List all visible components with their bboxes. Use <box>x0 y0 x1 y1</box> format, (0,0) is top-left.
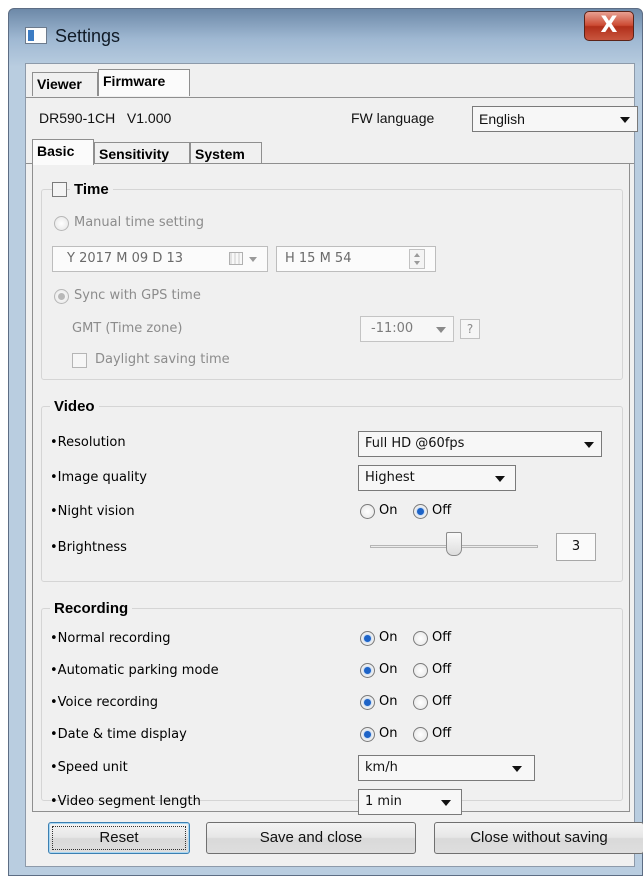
time-input[interactable]: H 15 M 54 <box>276 246 436 272</box>
datetime-display-off-radio[interactable] <box>413 727 428 742</box>
settings-client: Viewer Firmware DR590-1CH V1.000 FW lang… <box>25 63 643 867</box>
chevron-down-icon <box>620 117 630 123</box>
close-without-saving-button[interactable]: Close without saving <box>434 822 643 854</box>
datetime-display-on-label: On <box>379 726 398 741</box>
manual-time-label: Manual time setting <box>74 215 204 230</box>
voice-recording-off-label: Off <box>432 694 452 709</box>
normal-recording-on-radio[interactable] <box>360 631 375 646</box>
calendar-icon <box>229 252 243 265</box>
brightness-slider-thumb[interactable] <box>446 532 462 556</box>
spin-down-icon <box>414 261 420 265</box>
recording-group-title: Recording <box>50 600 133 617</box>
video-group-title: Video <box>50 398 99 415</box>
parking-mode-off-label: Off <box>432 662 452 677</box>
segment-length-value: 1 min <box>365 794 402 809</box>
fw-language-value: English <box>479 111 525 127</box>
dst-label: Daylight saving time <box>95 352 230 367</box>
tab-basic[interactable]: Basic <box>32 139 94 165</box>
voice-recording-on-radio[interactable] <box>360 695 375 710</box>
speed-unit-select[interactable]: km/h <box>358 755 535 781</box>
datetime-display-off-label: Off <box>432 726 452 741</box>
segment-length-label: Video segment length <box>50 794 201 809</box>
spin-up-icon <box>414 253 420 257</box>
recording-group: Recording Normal recording On Off Automa… <box>41 600 623 815</box>
save-and-close-button[interactable]: Save and close <box>206 822 416 854</box>
night-vision-off-label: Off <box>432 503 452 518</box>
tab-system[interactable]: System <box>190 142 262 164</box>
fw-language-label: FW language <box>351 110 435 126</box>
parking-mode-on-label: On <box>379 662 398 677</box>
parking-mode-label: Automatic parking mode <box>50 663 219 678</box>
parking-mode-off-radio[interactable] <box>413 663 428 678</box>
resolution-value: Full HD @60fps <box>365 436 465 451</box>
voice-recording-on-label: On <box>379 694 398 709</box>
normal-recording-on-label: On <box>379 630 398 645</box>
voice-recording-label: Voice recording <box>50 695 158 710</box>
focus-rect <box>52 826 186 850</box>
parking-mode-on-radio[interactable] <box>360 663 375 678</box>
basic-panel: Time Manual time setting Y 2017 M 09 D 1… <box>32 164 630 815</box>
image-quality-select[interactable]: Highest <box>358 465 516 491</box>
tab-sensitivity[interactable]: Sensitivity <box>94 142 190 164</box>
time-checkbox[interactable] <box>52 182 67 197</box>
tab-firmware[interactable]: Firmware <box>98 69 190 96</box>
title-bar[interactable]: Settings X <box>9 9 642 63</box>
time-group-title: Time <box>70 181 113 198</box>
chevron-down-icon <box>436 327 446 333</box>
resolution-select[interactable]: Full HD @60fps <box>358 431 602 457</box>
datetime-display-label: Date & time display <box>50 727 187 742</box>
time-group: Time Manual time setting Y 2017 M 09 D 1… <box>41 181 623 380</box>
segment-length-select[interactable]: 1 min <box>358 789 462 815</box>
dst-checkbox[interactable] <box>72 353 87 368</box>
night-vision-off-radio[interactable] <box>413 504 428 519</box>
app-icon <box>25 27 47 44</box>
brightness-value[interactable]: 3 <box>556 533 596 561</box>
window-title: Settings <box>55 26 121 46</box>
tab-divider <box>26 97 634 98</box>
time-value: H 15 M 54 <box>285 251 352 266</box>
model-name: DR590-1CH <box>39 110 116 126</box>
chevron-down-icon <box>512 766 522 772</box>
settings-window: Settings X Viewer Firmware DR590-1CH V1.… <box>8 8 643 876</box>
firmware-version: V1.000 <box>126 110 172 126</box>
chevron-down-icon <box>584 442 594 448</box>
night-vision-label: Night vision <box>50 504 135 519</box>
chevron-down-icon <box>249 257 257 262</box>
fw-language-select[interactable]: English <box>472 106 638 132</box>
image-quality-value: Highest <box>365 470 415 485</box>
video-group: Video Resolution Full HD @60fps Image qu… <box>41 398 623 582</box>
gps-sync-label: Sync with GPS time <box>74 288 201 303</box>
normal-recording-off-label: Off <box>432 630 452 645</box>
normal-recording-label: Normal recording <box>50 631 171 646</box>
night-vision-on-radio[interactable] <box>360 504 375 519</box>
chevron-down-icon <box>495 476 505 482</box>
gmt-value: -11:00 <box>371 321 414 336</box>
datetime-display-on-radio[interactable] <box>360 727 375 742</box>
image-quality-label: Image quality <box>50 470 147 485</box>
gps-sync-radio[interactable] <box>54 289 69 304</box>
speed-unit-value: km/h <box>365 760 398 775</box>
date-value: Y 2017 M 09 D 13 <box>67 251 183 266</box>
gmt-select[interactable]: -11:00 <box>360 316 454 342</box>
brightness-label: Brightness <box>50 540 127 555</box>
normal-recording-off-radio[interactable] <box>413 631 428 646</box>
time-spinner[interactable] <box>409 249 425 269</box>
tab-viewer[interactable]: Viewer <box>32 72 98 96</box>
speed-unit-label: Speed unit <box>50 760 128 775</box>
help-button[interactable]: ? <box>460 319 480 339</box>
voice-recording-off-radio[interactable] <box>413 695 428 710</box>
reset-button[interactable]: Reset <box>48 822 190 854</box>
close-button[interactable]: X <box>584 11 634 41</box>
chevron-down-icon <box>441 800 451 806</box>
night-vision-on-label: On <box>379 503 398 518</box>
date-input[interactable]: Y 2017 M 09 D 13 <box>52 246 268 272</box>
firmware-model: DR590-1CH V1.000 <box>39 110 171 126</box>
manual-time-radio[interactable] <box>54 216 69 231</box>
resolution-label: Resolution <box>50 435 126 450</box>
gmt-label: GMT (Time zone) <box>72 321 183 336</box>
